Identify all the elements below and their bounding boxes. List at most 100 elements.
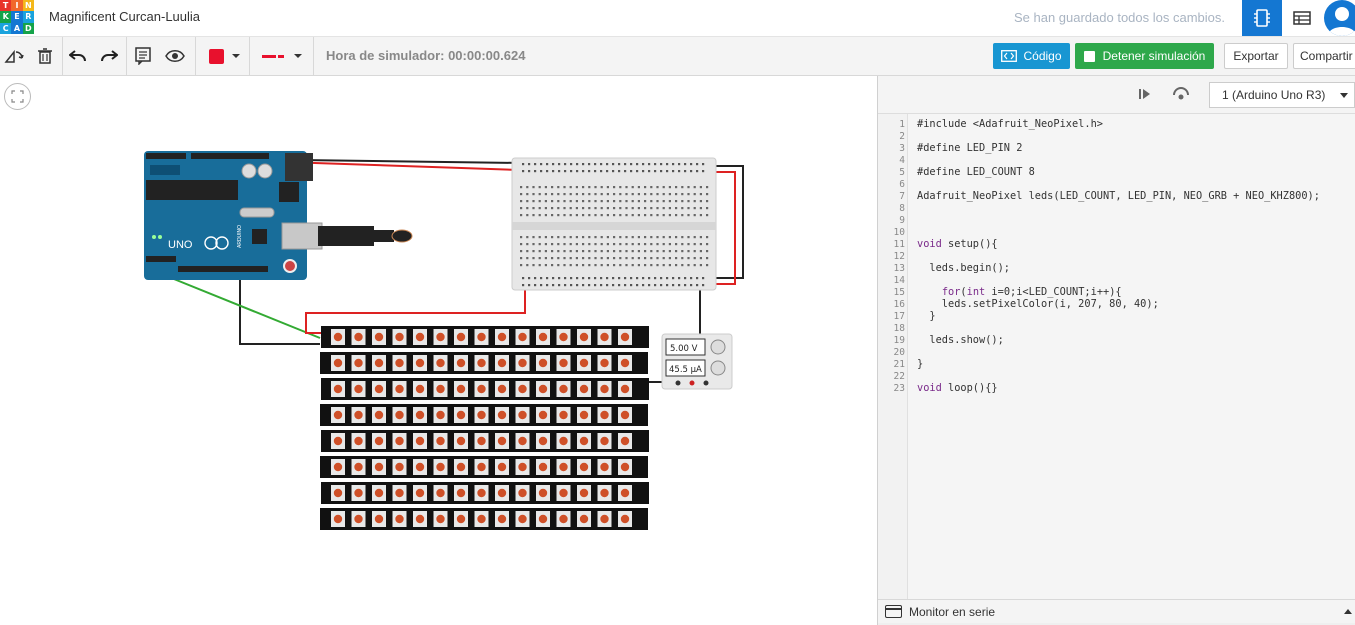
serial-monitor-bar[interactable]: Monitor en serie bbox=[878, 599, 1355, 623]
breadboard-hole[interactable] bbox=[551, 186, 554, 189]
neopixel-led[interactable] bbox=[600, 488, 609, 498]
breadboard-hole[interactable] bbox=[522, 277, 525, 280]
breadboard-hole[interactable] bbox=[538, 214, 541, 217]
neopixel-led[interactable] bbox=[497, 488, 507, 498]
breadboard-hole[interactable] bbox=[522, 284, 525, 287]
breadboard-hole[interactable] bbox=[693, 186, 696, 189]
breadboard-hole[interactable] bbox=[600, 170, 603, 173]
neopixel-led[interactable] bbox=[559, 462, 568, 472]
breadboard-hole[interactable] bbox=[528, 163, 531, 166]
breadboard-hole[interactable] bbox=[666, 277, 669, 280]
breadboard-hole[interactable] bbox=[520, 193, 523, 196]
breadboard-hole[interactable] bbox=[526, 186, 529, 189]
breadboard-hole[interactable] bbox=[569, 200, 572, 203]
breadboard-hole[interactable] bbox=[678, 277, 681, 280]
breadboard-hole[interactable] bbox=[625, 207, 628, 210]
breadboard-hole[interactable] bbox=[582, 257, 585, 260]
breadboard-hole[interactable] bbox=[650, 214, 653, 217]
breadboard-hole[interactable] bbox=[644, 243, 647, 246]
breadboard-hole[interactable] bbox=[650, 250, 653, 253]
breadboard-hole[interactable] bbox=[631, 236, 634, 239]
neopixel-led[interactable] bbox=[415, 436, 425, 446]
neopixel-led[interactable] bbox=[436, 358, 445, 368]
neopixel-led[interactable] bbox=[456, 488, 466, 498]
breadboard-hole[interactable] bbox=[662, 257, 665, 260]
breadboard-hole[interactable] bbox=[612, 170, 615, 173]
breadboard-hole[interactable] bbox=[675, 236, 678, 239]
circuit-canvas[interactable]: UNO ARDUINO 5.00 V 45.5 μA bbox=[0, 76, 877, 625]
neopixel-led[interactable] bbox=[518, 436, 527, 446]
breadboard-hole[interactable] bbox=[650, 236, 653, 239]
neopixel-led[interactable] bbox=[374, 462, 384, 472]
undo-icon[interactable] bbox=[66, 45, 90, 67]
breadboard-hole[interactable] bbox=[654, 163, 657, 166]
breadboard-hole[interactable] bbox=[532, 264, 535, 267]
breadboard-hole[interactable] bbox=[678, 284, 681, 287]
breadboard-hole[interactable] bbox=[693, 264, 696, 267]
breadboard-hole[interactable] bbox=[544, 214, 547, 217]
breadboard-hole[interactable] bbox=[600, 207, 603, 210]
breadboard-hole[interactable] bbox=[648, 163, 651, 166]
neopixel-led[interactable] bbox=[600, 514, 609, 524]
breadboard-hole[interactable] bbox=[600, 214, 603, 217]
breadboard-hole[interactable] bbox=[618, 277, 621, 280]
neopixel-strips[interactable] bbox=[320, 326, 649, 530]
breadboard-hole[interactable] bbox=[637, 200, 640, 203]
neopixel-led[interactable] bbox=[497, 436, 507, 446]
board-select[interactable]: 1 (Arduino Uno R3) bbox=[1209, 82, 1355, 108]
breadboard-hole[interactable] bbox=[624, 163, 627, 166]
breadboard-hole[interactable] bbox=[594, 207, 597, 210]
breadboard-hole[interactable] bbox=[544, 193, 547, 196]
breadboard-hole[interactable] bbox=[546, 277, 549, 280]
breadboard-hole[interactable] bbox=[588, 264, 591, 267]
breadboard-hole[interactable] bbox=[613, 193, 616, 196]
breadboard-hole[interactable] bbox=[631, 214, 634, 217]
breadboard-hole[interactable] bbox=[563, 236, 566, 239]
breadboard-hole[interactable] bbox=[569, 207, 572, 210]
breadboard-hole[interactable] bbox=[606, 284, 609, 287]
neopixel-led[interactable] bbox=[620, 410, 630, 420]
neopixel-led[interactable] bbox=[559, 514, 568, 524]
breadboard-hole[interactable] bbox=[630, 277, 633, 280]
neopixel-led[interactable] bbox=[436, 410, 445, 420]
breadboard-hole[interactable] bbox=[631, 207, 634, 210]
breadboard-hole[interactable] bbox=[706, 243, 709, 246]
neopixel-led[interactable] bbox=[477, 436, 486, 446]
neopixel-led[interactable] bbox=[600, 462, 609, 472]
breadboard-hole[interactable] bbox=[612, 284, 615, 287]
breadboard-hole[interactable] bbox=[650, 207, 653, 210]
breadboard-hole[interactable] bbox=[606, 277, 609, 280]
breadboard-hole[interactable] bbox=[678, 163, 681, 166]
breadboard-hole[interactable] bbox=[637, 236, 640, 239]
breadboard-hole[interactable] bbox=[588, 250, 591, 253]
breadboard-hole[interactable] bbox=[538, 193, 541, 196]
neopixel-led[interactable] bbox=[395, 410, 404, 420]
breadboard-hole[interactable] bbox=[563, 257, 566, 260]
breadboard-hole[interactable] bbox=[540, 284, 543, 287]
breadboard-hole[interactable] bbox=[642, 277, 645, 280]
breadboard-hole[interactable] bbox=[526, 236, 529, 239]
breadboard-hole[interactable] bbox=[594, 250, 597, 253]
breadboard-hole[interactable] bbox=[656, 257, 659, 260]
breadboard-hole[interactable] bbox=[546, 163, 549, 166]
breadboard-hole[interactable] bbox=[675, 250, 678, 253]
breadboard-hole[interactable] bbox=[666, 284, 669, 287]
debugger-button[interactable] bbox=[1172, 86, 1190, 107]
breadboard-hole[interactable] bbox=[582, 243, 585, 246]
breadboard-hole[interactable] bbox=[594, 264, 597, 267]
neopixel-led[interactable] bbox=[579, 358, 589, 368]
neopixel-led[interactable] bbox=[456, 384, 466, 394]
breadboard-hole[interactable] bbox=[619, 243, 622, 246]
breadboard-hole[interactable] bbox=[563, 193, 566, 196]
user-avatar[interactable] bbox=[1324, 0, 1355, 36]
breadboard-hole[interactable] bbox=[606, 163, 609, 166]
neopixel-led[interactable] bbox=[559, 410, 568, 420]
breadboard-hole[interactable] bbox=[648, 170, 651, 173]
breadboard-hole[interactable] bbox=[681, 200, 684, 203]
breadboard-hole[interactable] bbox=[564, 277, 567, 280]
breadboard-hole[interactable] bbox=[619, 207, 622, 210]
breadboard-hole[interactable] bbox=[699, 250, 702, 253]
breadboard-hole[interactable] bbox=[644, 186, 647, 189]
breadboard-hole[interactable] bbox=[570, 284, 573, 287]
breadboard-hole[interactable] bbox=[563, 200, 566, 203]
